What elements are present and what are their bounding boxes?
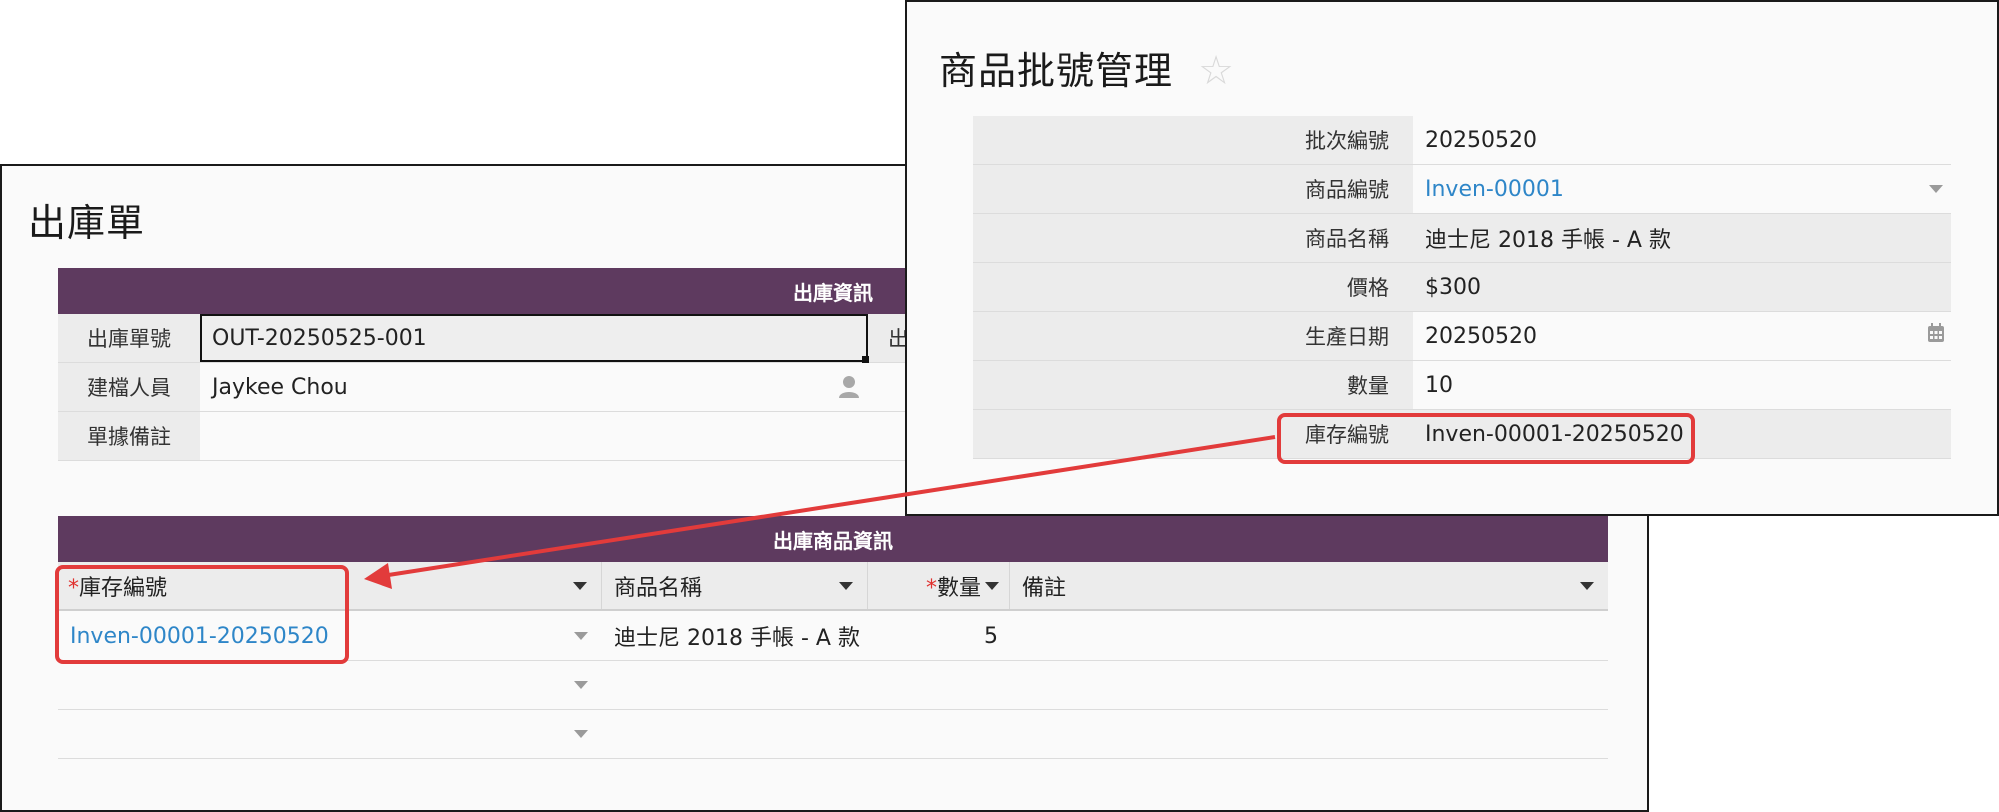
field-label: 庫存編號 <box>973 410 1413 458</box>
page-title: 出庫單 <box>28 201 146 245</box>
product-name-value: 迪士尼 2018 手帳 - A 款 <box>1413 214 1951 262</box>
field-label: 生產日期 <box>973 312 1413 360</box>
field-label: 價格 <box>973 263 1413 311</box>
product-name-cell: 迪士尼 2018 手帳 - A 款 <box>614 626 860 651</box>
qty-cell[interactable] <box>868 710 1010 758</box>
star-icon[interactable]: ☆ <box>1198 48 1235 94</box>
product-no-field[interactable]: Inven-00001 <box>1413 165 1951 213</box>
field-label: 建檔人員 <box>58 363 200 411</box>
calendar-icon[interactable] <box>1927 323 1945 349</box>
chevron-down-icon[interactable] <box>1929 185 1943 193</box>
column-header-qty[interactable]: *數量 <box>868 562 1010 609</box>
field-row-batch-no: 批次編號 20250520 <box>973 116 1951 165</box>
field-label: 單據備註 <box>58 412 200 460</box>
field-row-inventory-no: 庫存編號 Inven-00001-20250520 <box>973 410 1951 459</box>
column-label: 商品名稱 <box>614 575 703 601</box>
table-row <box>58 710 1608 759</box>
creator-field[interactable]: Jaykee Chou <box>200 363 868 411</box>
product-no-link[interactable]: Inven-00001 <box>1425 177 1564 202</box>
required-mark: * <box>925 575 937 601</box>
chevron-down-icon[interactable] <box>839 581 853 590</box>
creator-value: Jaykee Chou <box>212 374 348 400</box>
qty-cell[interactable]: 5 <box>868 612 1010 660</box>
page-title: 商品批號管理 ☆ <box>939 40 1235 95</box>
product-name-cell <box>602 661 868 709</box>
chevron-down-icon[interactable] <box>985 581 999 590</box>
order-no-value: OUT-20250525-001 <box>212 325 427 351</box>
field-row-product-name: 商品名稱 迪士尼 2018 手帳 - A 款 <box>973 214 1951 263</box>
field-row-quantity: 數量 10 <box>973 361 1951 410</box>
field-label: 商品編號 <box>973 165 1413 213</box>
table-row: Inven-00001-20250520 迪士尼 2018 手帳 - A 款 5 <box>58 612 1608 661</box>
note-cell[interactable] <box>1010 710 1608 758</box>
user-icon[interactable] <box>838 375 860 405</box>
table-header-row: *庫存編號 商品名稱 *數量 備註 <box>58 562 1608 611</box>
chevron-down-icon[interactable] <box>573 581 587 590</box>
field-label: 數量 <box>973 361 1413 409</box>
price-value: $300 <box>1413 263 1951 311</box>
field-label: 批次編號 <box>973 116 1413 164</box>
column-header-note[interactable]: 備註 <box>1010 562 1608 609</box>
field-row-production-date: 生產日期 20250520 <box>973 312 1951 361</box>
field-label-partial: 出 <box>868 314 909 362</box>
column-label: 庫存編號 <box>79 575 168 601</box>
note-cell[interactable] <box>1010 612 1608 660</box>
quantity-value[interactable]: 10 <box>1413 361 1951 409</box>
field-label: 出庫單號 <box>58 314 200 362</box>
inventory-no-cell[interactable]: Inven-00001-20250520 <box>58 612 602 660</box>
product-name-cell <box>602 710 868 758</box>
section-header-outbound-products: 出庫商品資訊 <box>58 516 1608 562</box>
chevron-down-icon[interactable] <box>574 730 588 738</box>
column-label: 數量 <box>936 575 981 601</box>
note-cell[interactable] <box>1010 661 1608 709</box>
inventory-no-cell[interactable] <box>58 710 602 758</box>
chevron-down-icon[interactable] <box>574 632 588 640</box>
column-header-product-name[interactable]: 商品名稱 <box>602 562 868 609</box>
chevron-down-icon[interactable] <box>574 681 588 689</box>
production-date-value: 20250520 <box>1425 323 1537 349</box>
inventory-no-cell[interactable] <box>58 661 602 709</box>
table-row <box>58 661 1608 710</box>
column-header-inventory-no[interactable]: *庫存編號 <box>58 562 602 609</box>
chevron-down-icon[interactable] <box>1580 581 1594 590</box>
order-no-input[interactable]: OUT-20250525-001 <box>200 314 869 363</box>
page-title-text: 商品批號管理 <box>939 49 1174 93</box>
required-mark: * <box>68 575 79 601</box>
field-row-price: 價格 $300 <box>973 263 1951 312</box>
field-label: 商品名稱 <box>973 214 1413 262</box>
inventory-no-link[interactable]: Inven-00001-20250520 <box>70 624 329 649</box>
qty-cell[interactable] <box>868 661 1010 709</box>
resize-handle[interactable] <box>862 356 869 363</box>
inventory-no-value: Inven-00001-20250520 <box>1413 410 1951 458</box>
batch-management-panel: 商品批號管理 ☆ 批次編號 20250520 商品編號 Inven-00001 … <box>905 0 1999 516</box>
batch-no-value[interactable]: 20250520 <box>1413 116 1951 164</box>
column-label: 備註 <box>1022 575 1067 601</box>
field-row-product-no: 商品編號 Inven-00001 <box>973 165 1951 214</box>
production-date-field[interactable]: 20250520 <box>1413 312 1951 360</box>
